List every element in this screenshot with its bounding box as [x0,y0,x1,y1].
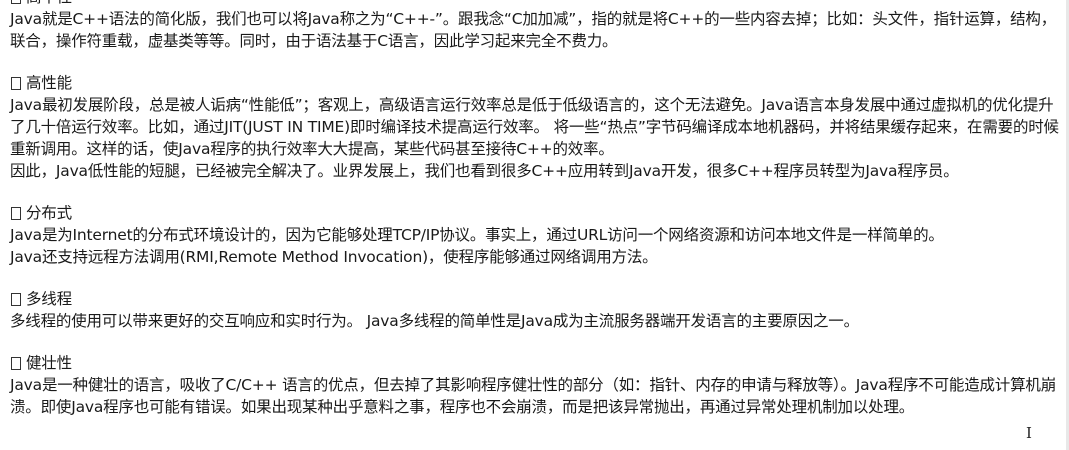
section-multithreading: 多线程 多线程的使用可以带来更好的交互响应和实时行为。 Java多线程的简单性是… [10,288,1062,332]
section-heading: 健壮性 [10,352,1062,374]
text-cursor-icon: I [1026,424,1032,442]
checkbox-square-icon [11,292,21,306]
paragraph: Java就是C++语法的简化版，我们也可以将Java称之为“C++-”。跟我念“… [10,10,1057,50]
section-simple: 高平性 Java就是C++语法的简化版，我们也可以将Java称之为“C++-”。… [10,0,1062,52]
checkbox-square-icon [11,0,21,4]
section-heading-text: 多线程 [26,290,72,308]
paragraph: Java是一种健壮的语言，吸收了C/C++ 语言的优点，但去掉了其影响程序健壮性… [10,376,1057,416]
section-heading: 多线程 [10,288,1062,310]
paragraph: Java还支持远程方法调用(RMI,Remote Method Invocati… [10,248,658,266]
section-heading-text: 高平性 [26,0,72,8]
section-distributed: 分布式 Java是为Internet的分布式环境设计的，因为它能够处理TCP/I… [10,202,1062,268]
paragraph: 因此，Java低性能的短腿，已经被完全解决了。业界发展上，我们也看到很多C++应… [10,162,959,180]
section-heading-text: 分布式 [26,204,72,222]
paragraph: 多线程的使用可以带来更好的交互响应和实时行为。 Java多线程的简单性是Java… [10,312,859,330]
document-body: 高平性 Java就是C++语法的简化版，我们也可以将Java称之为“C++-”。… [10,0,1062,438]
section-heading-text: 高性能 [26,74,72,92]
section-performance: 高性能 Java最初发展阶段，总是被人诟病“性能低”；客观上，高级语言运行效率总… [10,72,1062,182]
checkbox-square-icon [11,76,21,90]
section-heading: 高平性 [10,0,1062,8]
section-heading: 分布式 [10,202,1062,224]
paragraph: Java最初发展阶段，总是被人诟病“性能低”；客观上，高级语言运行效率总是低于低… [10,96,1059,158]
section-heading-text: 健壮性 [26,354,72,372]
section-heading: 高性能 [10,72,1062,94]
checkbox-square-icon [11,206,21,220]
checkbox-square-icon [11,356,21,370]
section-robustness: 健壮性 Java是一种健壮的语言，吸收了C/C++ 语言的优点，但去掉了其影响程… [10,352,1062,418]
paragraph: Java是为Internet的分布式环境设计的，因为它能够处理TCP/IP协议。… [10,226,944,244]
